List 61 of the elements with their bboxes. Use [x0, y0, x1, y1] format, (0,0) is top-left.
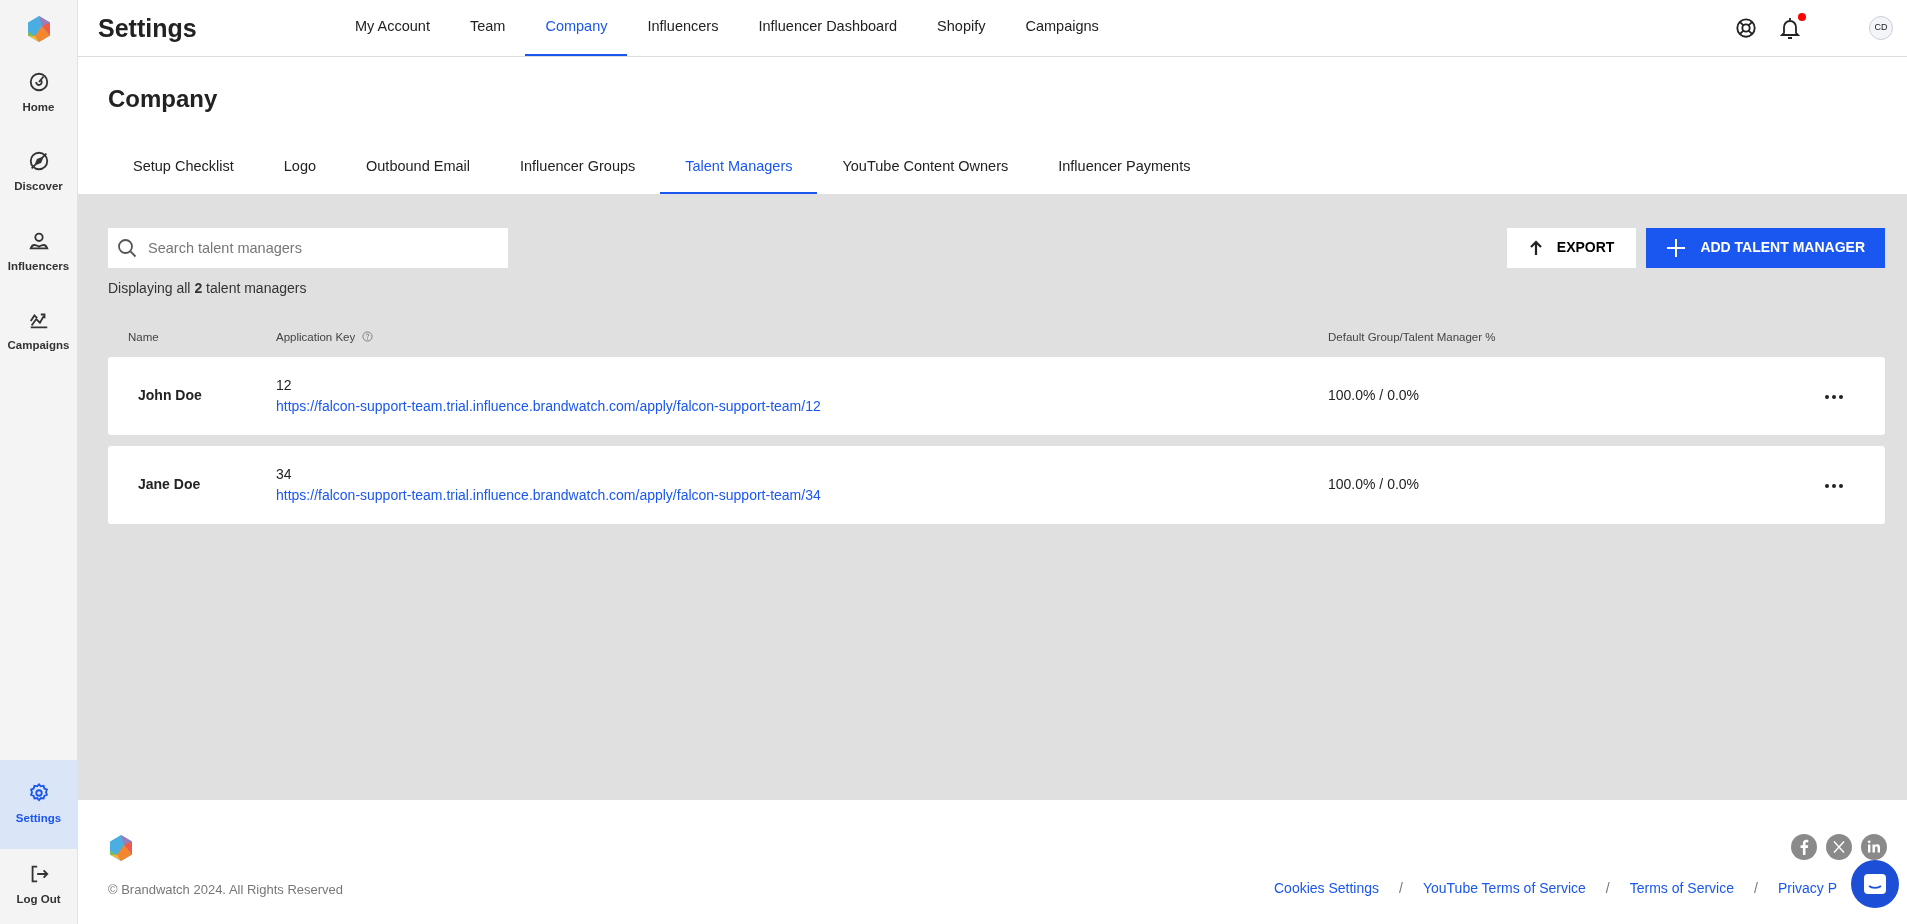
percentage-split: 100.0% / 0.0%: [1328, 387, 1420, 404]
nav-tab[interactable]: My Account: [335, 0, 450, 56]
footer-link[interactable]: YouTube Terms of Service: [1422, 877, 1586, 899]
nav-tab[interactable]: Influencers: [627, 0, 739, 56]
upload-icon: [1528, 239, 1543, 256]
column-header: Default Group/Talent Manager %: [1328, 330, 1496, 343]
sidebar-item[interactable]: Campaigns: [0, 294, 77, 368]
column-header: Application Key: [276, 330, 356, 343]
sidebar-item[interactable]: Influencers: [0, 215, 77, 289]
sidebar-item[interactable]: Settings: [0, 759, 77, 849]
nav-tab[interactable]: Company: [525, 0, 628, 56]
page-heading: Settings: [98, 13, 198, 43]
notification-icon[interactable]: [1779, 16, 1801, 40]
section-tab[interactable]: Influencer Payments: [1033, 147, 1216, 194]
brand-logo[interactable]: [25, 15, 52, 43]
application-link[interactable]: https://falcon-support-team.trial.influence.brandwatch.com/apply/falcon-support-team/34: [276, 486, 821, 503]
nav-tab[interactable]: Team: [449, 0, 526, 56]
sidebar-item[interactable]: Home: [0, 57, 77, 131]
help-icon[interactable]: [1735, 17, 1757, 39]
section-tab[interactable]: Logo: [258, 147, 341, 194]
link-separator: /: [1605, 878, 1610, 898]
manager-name: John Doe: [138, 387, 202, 404]
footer-link[interactable]: Privacy P: [1777, 877, 1837, 899]
brand-logo: [108, 834, 134, 862]
sidebar-item[interactable]: Discover: [0, 136, 77, 210]
percentage-split: 100.0% / 0.0%: [1328, 476, 1420, 493]
section-tab[interactable]: Setup Checklist: [108, 147, 259, 194]
gauge-icon: [27, 71, 50, 93]
chat-icon: [1863, 873, 1887, 895]
add-talent-manager-button[interactable]: ADD TALENT MANAGER: [1646, 227, 1885, 268]
footer-link[interactable]: Cookies Settings: [1274, 877, 1380, 899]
section-tab[interactable]: Outbound Email: [341, 147, 495, 194]
footer-link[interactable]: Terms of Service: [1629, 877, 1734, 899]
compass-icon: [27, 150, 50, 173]
application-key: 12: [276, 374, 292, 396]
plus-icon: [1666, 237, 1687, 258]
nav-tab[interactable]: Campaigns: [1005, 0, 1119, 56]
more-icon: [1825, 483, 1843, 488]
more-icon: [1825, 394, 1843, 399]
application-link[interactable]: https://falcon-support-team.trial.influence.brandwatch.com/apply/falcon-support-team/12: [276, 397, 821, 414]
x-icon[interactable]: [1826, 834, 1852, 860]
user-avatar[interactable]: CD: [1869, 16, 1893, 40]
chat-button[interactable]: [1851, 860, 1899, 908]
manager-name: Jane Doe: [138, 476, 201, 493]
copyright-text: © Brandwatch 2024. All Rights Reserved: [108, 881, 344, 899]
application-key: 34: [276, 463, 292, 485]
result-summary: Displaying all 2 talent managers: [108, 278, 308, 298]
sidebar-item[interactable]: Log Out: [0, 848, 77, 924]
facebook-icon[interactable]: [1791, 834, 1817, 860]
nav-tab[interactable]: Shopify: [917, 0, 1006, 56]
linkedin-icon[interactable]: [1861, 834, 1887, 860]
settings-icon: [27, 781, 50, 804]
section-tab[interactable]: YouTube Content Owners: [817, 147, 1034, 194]
section-tab[interactable]: Influencer Groups: [495, 147, 661, 194]
link-separator: /: [1754, 878, 1758, 898]
link-separator: /: [1399, 878, 1403, 898]
section-title: Company: [107, 84, 219, 114]
column-header: Name: [128, 330, 159, 343]
export-button[interactable]: EXPORT: [1506, 227, 1637, 268]
search-field[interactable]: Search talent managers: [108, 227, 508, 268]
nav-tab[interactable]: Influencer Dashboard: [738, 0, 918, 56]
